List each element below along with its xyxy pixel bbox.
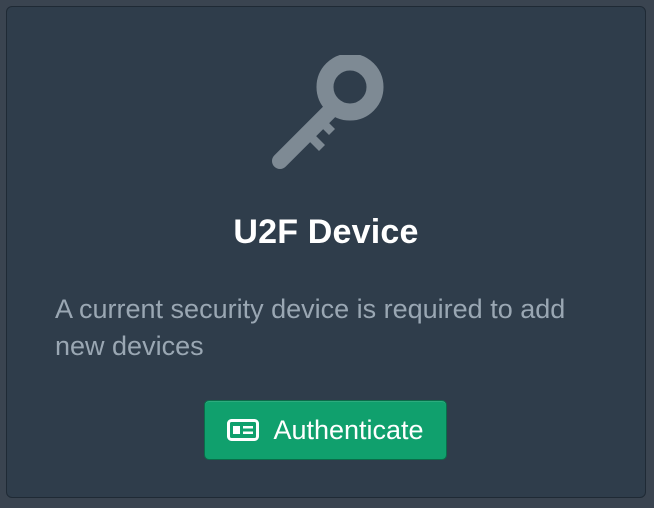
authenticate-button-label: Authenticate — [273, 414, 424, 445]
card-description: A current security device is required to… — [55, 294, 566, 361]
key-icon — [272, 55, 384, 169]
id-card-icon — [227, 419, 260, 441]
card-title: U2F Device — [233, 213, 419, 251]
u2f-device-card: U2F Device A current security device is … — [6, 6, 646, 498]
authenticate-button[interactable]: Authenticate — [204, 400, 447, 460]
